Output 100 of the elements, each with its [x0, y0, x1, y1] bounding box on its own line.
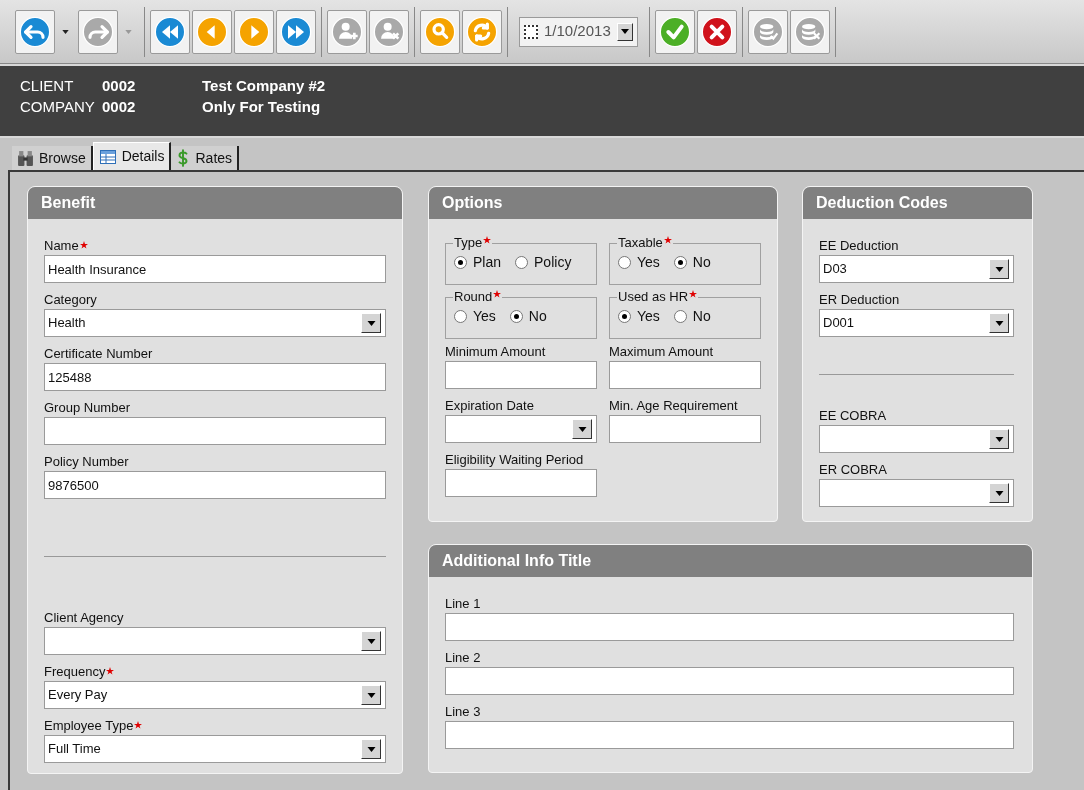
- required-icon: [134, 721, 143, 729]
- caret-icon: [994, 490, 1004, 496]
- dropdown-button[interactable]: [361, 313, 381, 333]
- text-field[interactable]: [445, 469, 597, 497]
- select-field[interactable]: D03: [819, 255, 1014, 283]
- radio-button[interactable]: [509, 310, 523, 323]
- radio-label: No: [692, 307, 711, 326]
- radio-button[interactable]: [673, 310, 687, 323]
- tab[interactable]: Browse: [12, 146, 93, 170]
- panel-title: Deduction Codes: [816, 193, 948, 213]
- text-field[interactable]: 125488: [44, 363, 386, 391]
- group-label: Taxable: [618, 235, 663, 251]
- field-label: Maximum Amount: [609, 343, 714, 361]
- select-field[interactable]: Health: [44, 309, 386, 337]
- group-label: Type: [454, 235, 483, 251]
- dropdown-button[interactable]: [361, 631, 381, 651]
- save-button[interactable]: [654, 9, 695, 54]
- caret-icon[interactable]: [62, 29, 69, 34]
- field-label: Certificate Number: [44, 345, 153, 363]
- radio-button[interactable]: [673, 256, 687, 269]
- field-label: Line 1: [445, 595, 481, 613]
- table-icon: [98, 148, 117, 165]
- header-label: COMPANY: [20, 97, 96, 118]
- panel-title: Options: [442, 193, 503, 213]
- database-check-icon: [751, 15, 784, 48]
- caret-icon: [366, 692, 376, 698]
- required-icon: [493, 290, 502, 298]
- group-label: Used as HR: [618, 289, 689, 305]
- text-field[interactable]: [445, 361, 597, 389]
- select-field[interactable]: D001: [819, 309, 1014, 337]
- previous-record-button[interactable]: [192, 9, 232, 54]
- field-label: Frequency: [44, 663, 106, 681]
- radio-button[interactable]: [454, 256, 467, 269]
- header-label: CLIENT: [20, 76, 75, 97]
- next-record-button[interactable]: [234, 9, 274, 54]
- dropdown-button[interactable]: [989, 429, 1009, 449]
- radio-label: Plan: [473, 253, 502, 272]
- first-record-button[interactable]: [150, 9, 190, 54]
- radio-button[interactable]: [454, 310, 467, 323]
- caret-icon: [994, 320, 1004, 326]
- date-value: 1/10/2013: [544, 21, 611, 42]
- select-field[interactable]: [44, 627, 386, 655]
- text-field[interactable]: [445, 721, 1014, 749]
- text-field[interactable]: [609, 415, 761, 443]
- refresh-button[interactable]: [462, 9, 502, 54]
- binoculars-icon: [17, 149, 34, 167]
- tab[interactable]: Rates: [171, 146, 240, 170]
- field-label: ER Deduction: [819, 291, 900, 309]
- tab[interactable]: Details: [92, 142, 172, 170]
- text-field[interactable]: [44, 417, 386, 445]
- radio-button[interactable]: [618, 256, 631, 269]
- checkbox[interactable]: [524, 24, 538, 39]
- required-icon: [689, 290, 698, 298]
- radio-button[interactable]: [618, 310, 631, 323]
- radio-label: Policy: [534, 253, 572, 272]
- text-field[interactable]: Health Insurance: [44, 255, 386, 283]
- text-field[interactable]: 9876500: [44, 471, 386, 499]
- required-icon: [483, 236, 492, 244]
- search-button[interactable]: [420, 9, 460, 54]
- field-label: EE Deduction: [819, 237, 899, 255]
- header-code: 0002: [102, 76, 137, 97]
- caret-icon: [994, 266, 1004, 272]
- dropdown-button[interactable]: [989, 483, 1009, 503]
- remove-person-icon: [373, 15, 405, 48]
- field-label: Eligibility Waiting Period: [445, 451, 584, 469]
- select-field[interactable]: Full Time: [44, 735, 386, 763]
- cancel-button[interactable]: [696, 9, 737, 54]
- field-label: Employee Type: [44, 717, 134, 735]
- radio-button[interactable]: [515, 256, 529, 269]
- dropdown-button[interactable]: [616, 22, 633, 41]
- select-field[interactable]: Every Pay: [44, 681, 386, 709]
- dropdown-button[interactable]: [989, 313, 1009, 333]
- field-label: Name: [44, 237, 79, 255]
- text-field[interactable]: [445, 667, 1014, 695]
- header-name: Only For Testing: [202, 97, 321, 118]
- undo-button[interactable]: [15, 9, 55, 54]
- radio-label: Yes: [637, 307, 660, 326]
- field-label: Category: [44, 291, 97, 309]
- database-delete-icon: [793, 15, 826, 48]
- field-label: Min. Age Requirement: [609, 397, 738, 415]
- dropdown-button[interactable]: [361, 739, 381, 759]
- text-field[interactable]: [609, 361, 761, 389]
- radio-label: Yes: [637, 253, 660, 272]
- select-field[interactable]: [819, 479, 1014, 507]
- field-label: Minimum Amount: [445, 343, 546, 361]
- required-icon: [79, 241, 88, 249]
- date-field[interactable]: 1/10/2013: [519, 16, 638, 47]
- header-name: Test Company #2: [202, 76, 326, 97]
- last-record-button[interactable]: [276, 9, 316, 54]
- text-field[interactable]: [445, 613, 1014, 641]
- dropdown-button[interactable]: [989, 259, 1009, 279]
- radio-label: No: [692, 253, 711, 272]
- field-label: Group Number: [44, 399, 130, 417]
- select-field[interactable]: [445, 415, 597, 443]
- select-field[interactable]: [819, 425, 1014, 453]
- caret-icon: [366, 320, 376, 326]
- caret-icon: [577, 426, 587, 432]
- dropdown-button[interactable]: [572, 419, 592, 439]
- dropdown-button[interactable]: [361, 685, 381, 705]
- panel-title: Additional Info Title: [442, 551, 592, 571]
